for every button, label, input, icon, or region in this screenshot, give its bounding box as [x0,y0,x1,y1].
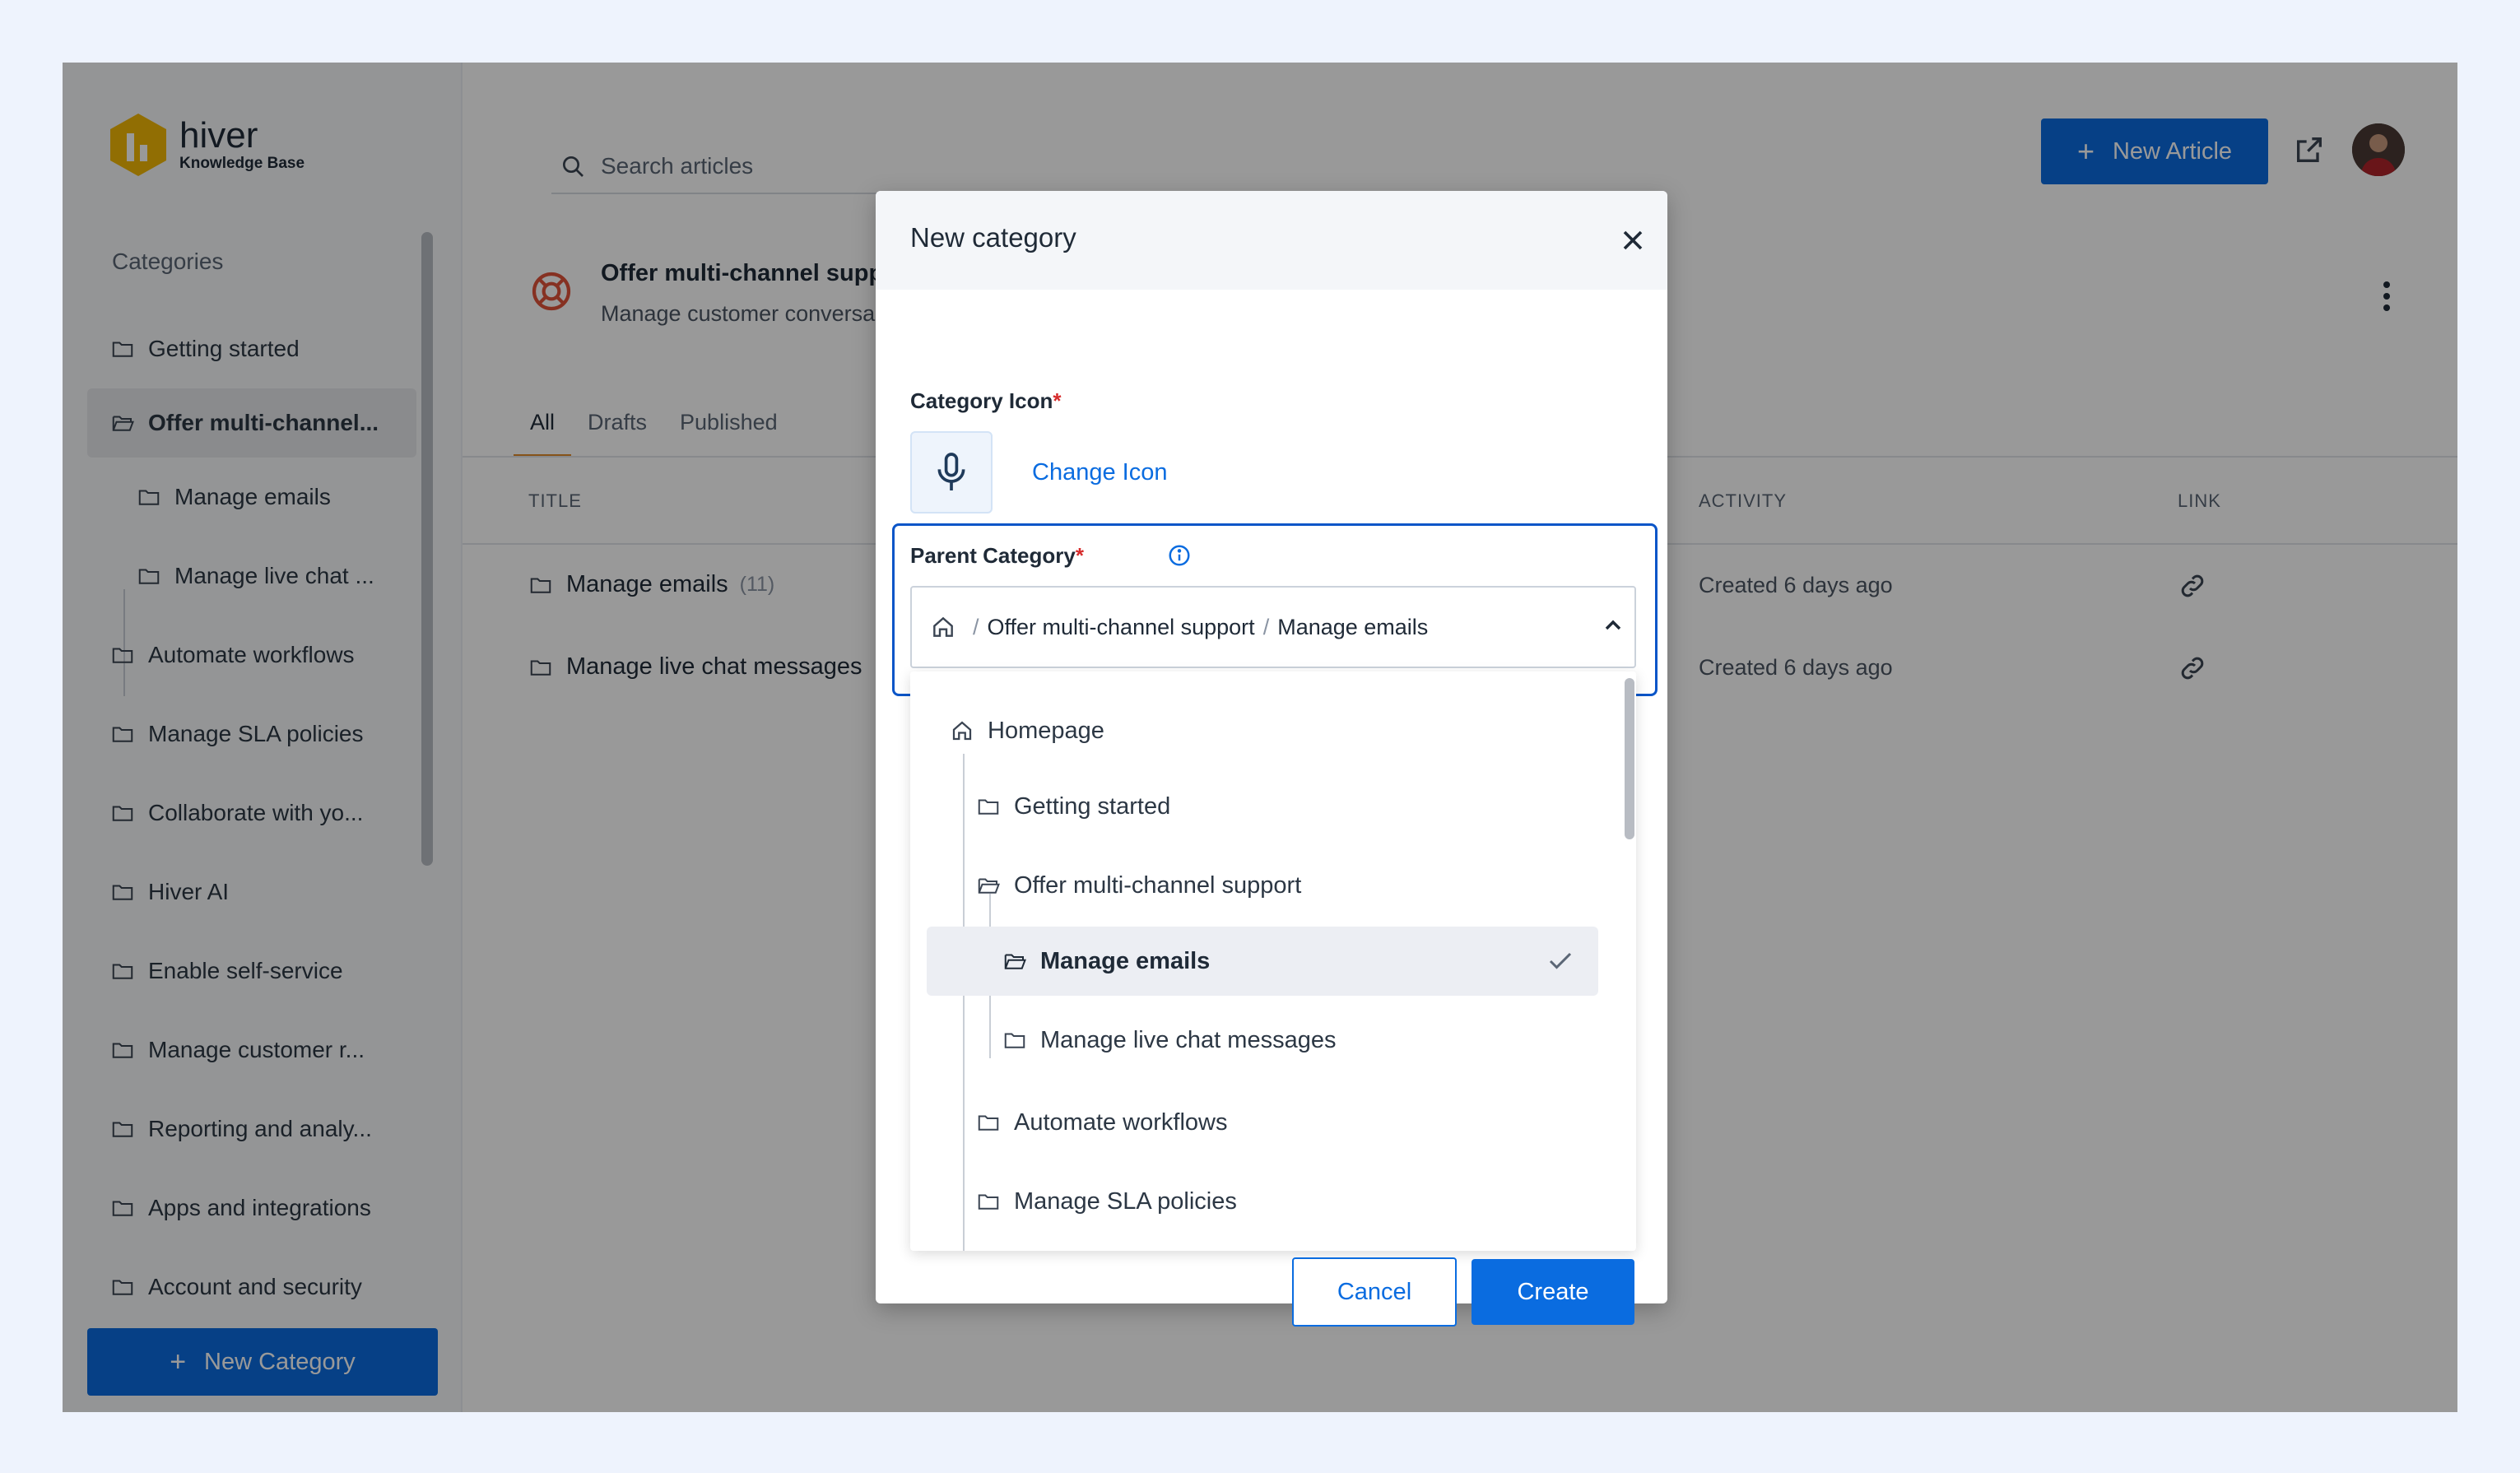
option-getting-started[interactable]: Getting started [927,772,1598,841]
chevron-up-icon[interactable] [1600,612,1626,639]
category-icon-preview[interactable] [910,431,993,513]
home-icon [952,721,972,741]
checkmark-icon [1549,952,1572,969]
option-label: Automate workflows [1014,1108,1228,1136]
option-label: Offer multi-channel support [1014,871,1302,899]
dialog-header: New category [876,191,1667,290]
option-automate-workflows[interactable]: Automate workflows [927,1088,1598,1157]
option-homepage[interactable]: Homepage [927,696,1598,765]
change-icon-link[interactable]: Change Icon [1032,459,1167,486]
app-window: hiver Knowledge Base Categories Getting … [63,63,2457,1412]
option-manage-live-chat[interactable]: Manage live chat messages [927,1006,1598,1075]
parent-category-label: Parent Category* [910,543,1084,569]
folder-open-icon [978,878,1000,894]
required-mark: * [1053,388,1062,413]
folder-icon [978,799,999,815]
option-offer-multi-channel[interactable]: Offer multi-channel support [927,851,1598,920]
option-label: Manage live chat messages [1040,1026,1337,1053]
parent-category-select[interactable]: / Offer multi-channel support / Manage e… [910,586,1636,668]
new-category-dialog: New category Category Icon* Change Icon … [876,191,1667,1327]
required-mark: * [1075,543,1084,568]
parent-category-dropdown: Homepage Getting started Offer multi-cha… [910,671,1636,1251]
category-icon-label: Category Icon* [910,388,1062,414]
cancel-button[interactable]: Cancel [1292,1257,1457,1327]
option-manage-emails[interactable]: Manage emails [927,927,1598,996]
breadcrumb-separator: / [1262,614,1270,639]
folder-icon [978,1115,999,1131]
dialog-title: New category [910,222,1076,253]
folder-open-icon [1004,954,1026,969]
breadcrumb-level1: Offer multi-channel support [987,614,1255,639]
category-icon-label-text: Category Icon [910,388,1053,413]
dropdown-scrollbar[interactable] [1625,678,1634,839]
home-icon [933,616,953,637]
breadcrumb-separator: / [973,614,979,639]
create-button[interactable]: Create [1472,1259,1634,1325]
breadcrumb-level2: Manage emails [1277,614,1429,639]
option-label: Manage emails [1040,947,1211,974]
folder-icon [1004,1033,1025,1048]
info-icon[interactable] [1167,543,1192,568]
option-label: Homepage [988,717,1104,744]
parent-category-label-text: Parent Category [910,543,1076,568]
option-manage-sla[interactable]: Manage SLA policies [927,1167,1598,1236]
folder-icon [978,1194,999,1210]
close-icon[interactable] [1616,224,1649,257]
microphone-icon [937,453,965,490]
option-label: Getting started [1014,792,1171,820]
option-label: Manage SLA policies [1014,1187,1237,1215]
